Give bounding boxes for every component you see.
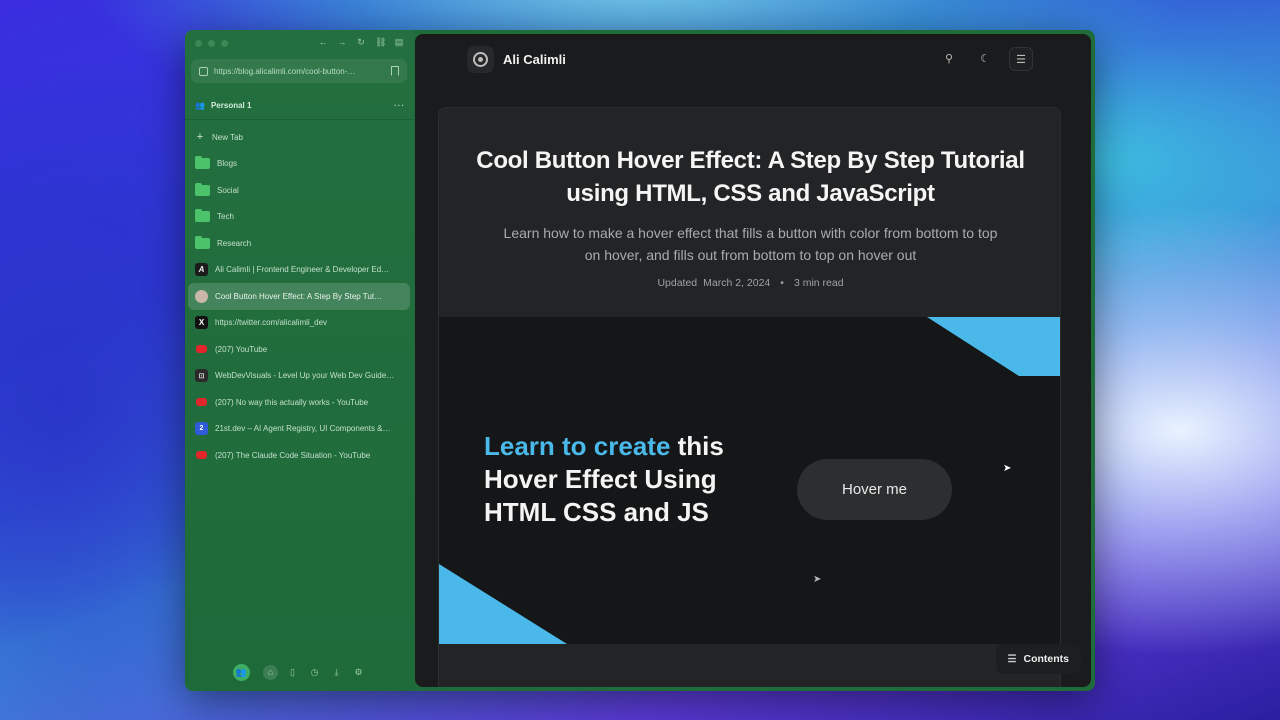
history-icon[interactable]: ◷ (307, 665, 322, 680)
back-arrow-icon[interactable]: ← (318, 37, 328, 47)
hero-heading: Learn to create this Hover Effect Using … (484, 430, 784, 529)
folder-icon (195, 235, 210, 249)
sidebar-item-label: Research (217, 238, 252, 248)
sidebar-toolbar: ← → ↻ ⛓ ▤ (318, 37, 404, 47)
menu-icon[interactable]: ☰ (1009, 47, 1033, 71)
sidebar-bottom-bar: 👥 ⌂ ▯ ◷ ⤓ ⚙ (185, 664, 414, 681)
sidebar-folder[interactable]: Blogs (188, 151, 410, 178)
browser-window: ← → ↻ ⛓ ▤ https://blog.alicalimli.com/co… (185, 30, 1095, 691)
x-favicon-icon: X (195, 316, 208, 330)
youtube-favicon-icon (195, 449, 208, 462)
url-text: https://blog.alicalimli.com/cool-button-… (214, 66, 356, 76)
sidebar-tab[interactable]: ⊡ WebDevVisuals - Level Up your Web Dev G… (188, 363, 410, 390)
sidebar-tab[interactable]: (207) YouTube (188, 336, 410, 363)
article-subtitle: Learn how to make a hover effect that fi… (503, 225, 998, 263)
link-icon[interactable]: ⛓ (375, 37, 386, 47)
sidebar-item-label: 21st.dev – AI Agent Registry, UI Compone… (215, 424, 391, 434)
sidebar-folder[interactable]: Tech (188, 204, 410, 231)
sidebar-toggle-icon[interactable]: ▤ (394, 37, 404, 47)
sidebar-item-label: WebDevVisuals - Level Up your Web Dev Gu… (215, 371, 395, 381)
mouse-cursor-icon: ➤ (813, 574, 822, 585)
search-icon[interactable]: ⚲ (937, 47, 961, 71)
updated-label: Updated (657, 277, 698, 289)
sidebar-tab[interactable]: Xhttps://twitter.com/alicalimli_dev (188, 310, 410, 337)
21st-favicon-icon: 2 (195, 422, 208, 436)
youtube-favicon-icon (195, 343, 208, 356)
downloads-icon[interactable]: ⤓ (329, 665, 344, 680)
hero-accent-text: Learn to create (484, 431, 671, 461)
sidebar-tab[interactable]: (207) The Claude Code Situation - YouTub… (188, 442, 410, 469)
new-tab-label: New Tab (212, 132, 243, 142)
people-icon: 👥 (195, 101, 205, 110)
header-actions: ⚲ ☾ ☰ (937, 47, 1033, 71)
more-options-icon[interactable]: ··· (394, 101, 405, 110)
sidebar-item-label: https://twitter.com/alicalimli_dev (215, 318, 328, 328)
window-controls[interactable] (195, 40, 228, 47)
bookmarks-icon[interactable]: ▯ (285, 665, 300, 680)
article-card: Cool Button Hover Effect: A Step By Step… (438, 107, 1061, 687)
read-time: 3 min read (793, 277, 844, 289)
sidebar-item-label: Blogs (217, 159, 238, 169)
updated-date: March 2, 2024 (703, 277, 771, 289)
bottom-left-triangle (439, 564, 567, 644)
plus-icon: + (196, 131, 204, 144)
forward-arrow-icon[interactable]: → (337, 37, 347, 47)
sidebar: ← → ↻ ⛓ ▤ https://blog.alicalimli.com/co… (185, 30, 414, 691)
folder-icon (195, 182, 210, 196)
article-title: Cool Button Hover Effect: A Step By Step… (476, 147, 1025, 207)
top-right-triangle (927, 317, 1060, 376)
folder-icon (195, 156, 210, 170)
contents-button[interactable]: ☰ Contents (995, 644, 1081, 674)
sidebar-folder[interactable]: Research (188, 230, 410, 257)
hero-image: Learn to create this Hover Effect Using … (439, 317, 1060, 644)
site-header: Ali Calimli ⚲ ☾ ☰ (415, 34, 1091, 84)
new-tab-button[interactable]: + New Tab (188, 124, 410, 151)
bookmark-icon[interactable] (391, 66, 399, 76)
folder-icon (195, 209, 210, 223)
web-page: Ali Calimli ⚲ ☾ ☰ Cool Button Hover Effe… (415, 34, 1091, 687)
sidebar-tab[interactable]: (207) No way this actually works - YouTu… (188, 389, 410, 416)
site-logo-icon[interactable] (467, 45, 494, 73)
sidebar-item-label: Cool Button Hover Effect: A Step By Step… (215, 291, 383, 301)
tab-list: + New Tab Blogs Social Tech Research A Ali Ca… (188, 124, 410, 469)
dark-mode-icon[interactable]: ☾ (973, 47, 997, 71)
sidebar-tab[interactable]: Cool Button Hover Effect: A Step By Step… (188, 283, 410, 310)
list-icon: ☰ (1007, 653, 1017, 665)
settings-icon[interactable]: ⚙ (351, 665, 366, 680)
sidebar-tab[interactable]: 2 21st.dev – AI Agent Registry, UI Compon… (188, 416, 410, 443)
meta-separator: • (780, 277, 784, 289)
space-name: Personal 1 (210, 101, 252, 110)
avatar-favicon-icon (195, 289, 208, 303)
sidebar-item-label: Tech (217, 212, 234, 222)
sidebar-tab[interactable]: A Ali Calimli | Frontend Engineer & Devel… (188, 257, 410, 284)
contents-label: Contents (1023, 653, 1070, 665)
space-header[interactable]: 👥 Personal 1 ··· (195, 101, 405, 110)
webdevvisuals-favicon-icon: ⊡ (195, 369, 208, 383)
youtube-favicon-icon (195, 396, 208, 409)
lock-icon (199, 66, 208, 76)
sidebar-item-label: (207) The Claude Code Situation - YouTub… (215, 450, 371, 460)
site-brand[interactable]: Ali Calimli (503, 52, 566, 67)
sidebar-item-label: (207) YouTube (215, 344, 268, 354)
mouse-cursor-icon: ➤ (1003, 463, 1012, 474)
profile-icon[interactable]: 👥 (233, 664, 250, 681)
hover-me-button[interactable]: Hover me (797, 459, 952, 520)
sidebar-item-label: Ali Calimli | Frontend Engineer & Develo… (215, 265, 390, 275)
ali-favicon-icon: A (195, 263, 208, 277)
sidebar-item-label: Social (217, 185, 239, 195)
sidebar-item-label: (207) No way this actually works - YouTu… (215, 397, 369, 407)
home-icon[interactable]: ⌂ (263, 665, 278, 680)
article-meta: Updated March 2, 2024 • 3 min read (439, 277, 1060, 289)
reload-icon[interactable]: ↻ (356, 37, 366, 47)
url-bar[interactable]: https://blog.alicalimli.com/cool-button-… (191, 59, 407, 83)
sidebar-folder[interactable]: Social (188, 177, 410, 204)
divider (185, 119, 414, 120)
